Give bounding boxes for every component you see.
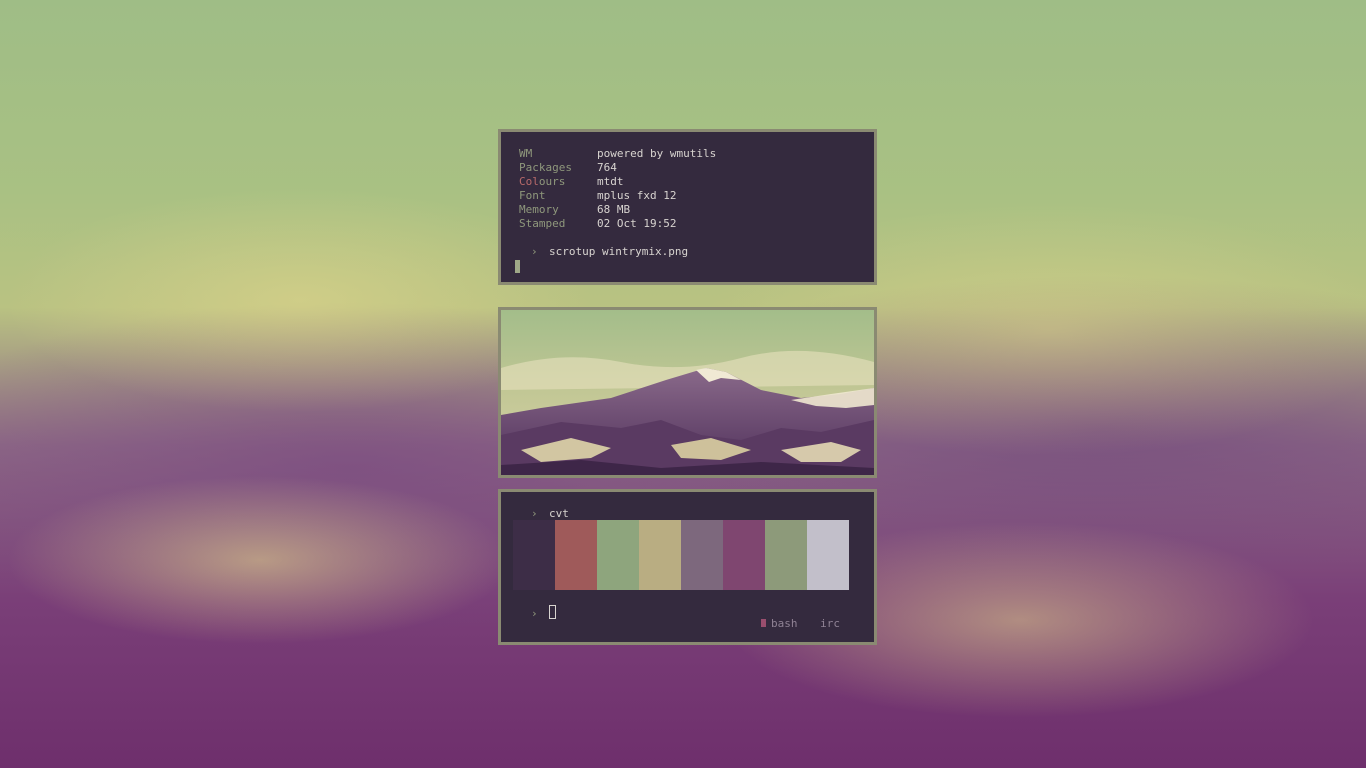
command-line[interactable]: › cvt xyxy=(531,507,569,521)
colour-swatch xyxy=(513,520,555,590)
info-key-rest: ours xyxy=(538,175,566,188)
command-line[interactable]: › scrotup wintrymix.png xyxy=(531,245,688,259)
input-line[interactable]: › xyxy=(531,605,556,621)
info-value: 764 xyxy=(597,161,617,174)
active-tab-marker-icon xyxy=(761,619,766,627)
system-info-list: WM powered by wmutils Packages 764 Colours… xyxy=(519,147,716,231)
colour-swatch xyxy=(555,520,597,590)
tab-irc[interactable]: irc xyxy=(820,617,840,630)
info-terminal-window[interactable]: WM powered by wmutils Packages 764 Colours… xyxy=(498,129,877,285)
image-viewer-window[interactable] xyxy=(498,307,877,478)
info-value: powered by wmutils xyxy=(597,147,717,160)
info-row-packages: Packages 764 xyxy=(519,161,716,175)
info-value: 68 MB xyxy=(597,203,631,216)
tab-label: irc xyxy=(820,617,840,630)
colour-swatch xyxy=(723,520,765,590)
prompt-chevron-icon: › xyxy=(531,245,538,258)
command-text: cvt xyxy=(549,507,569,520)
command-text: scrotup wintrymix.png xyxy=(549,245,689,258)
info-row-font: Font mplus fxd 12 xyxy=(519,189,716,203)
info-row-memory: Memory 68 MB xyxy=(519,203,716,217)
info-key: Stamped xyxy=(519,217,566,230)
colour-swatch xyxy=(597,520,639,590)
prompt-chevron-icon: › xyxy=(531,507,538,520)
info-key: WM xyxy=(519,147,533,160)
info-row-wm: WM powered by wmutils xyxy=(519,147,716,161)
prompt-chevron-icon: › xyxy=(531,607,538,620)
colour-palette xyxy=(513,520,849,590)
colour-terminal-window[interactable]: › cvt › bash irc xyxy=(498,489,877,645)
info-row-stamped: Stamped 02 Oct 19:52 xyxy=(519,217,716,231)
info-key: Memory xyxy=(519,203,559,216)
info-key-accent: Col xyxy=(519,175,539,188)
colour-swatch xyxy=(765,520,807,590)
info-value: mtdt xyxy=(597,175,624,188)
colour-swatch xyxy=(807,520,849,590)
tab-label: bash xyxy=(771,617,798,630)
info-value: 02 Oct 19:52 xyxy=(597,217,677,230)
mountain-landscape-icon xyxy=(501,310,874,475)
info-key: Colours xyxy=(519,175,597,189)
info-value: mplus fxd 12 xyxy=(597,189,677,202)
terminal-cursor xyxy=(515,260,520,273)
colour-swatch xyxy=(639,520,681,590)
colour-swatch xyxy=(681,520,723,590)
info-key: Packages xyxy=(519,161,572,174)
info-row-colours: Colours mtdt xyxy=(519,175,716,189)
tmux-tab-bar: bash irc xyxy=(745,617,840,630)
terminal-cursor xyxy=(549,605,556,619)
info-key: Font xyxy=(519,189,546,202)
tab-bash[interactable]: bash xyxy=(761,617,798,630)
